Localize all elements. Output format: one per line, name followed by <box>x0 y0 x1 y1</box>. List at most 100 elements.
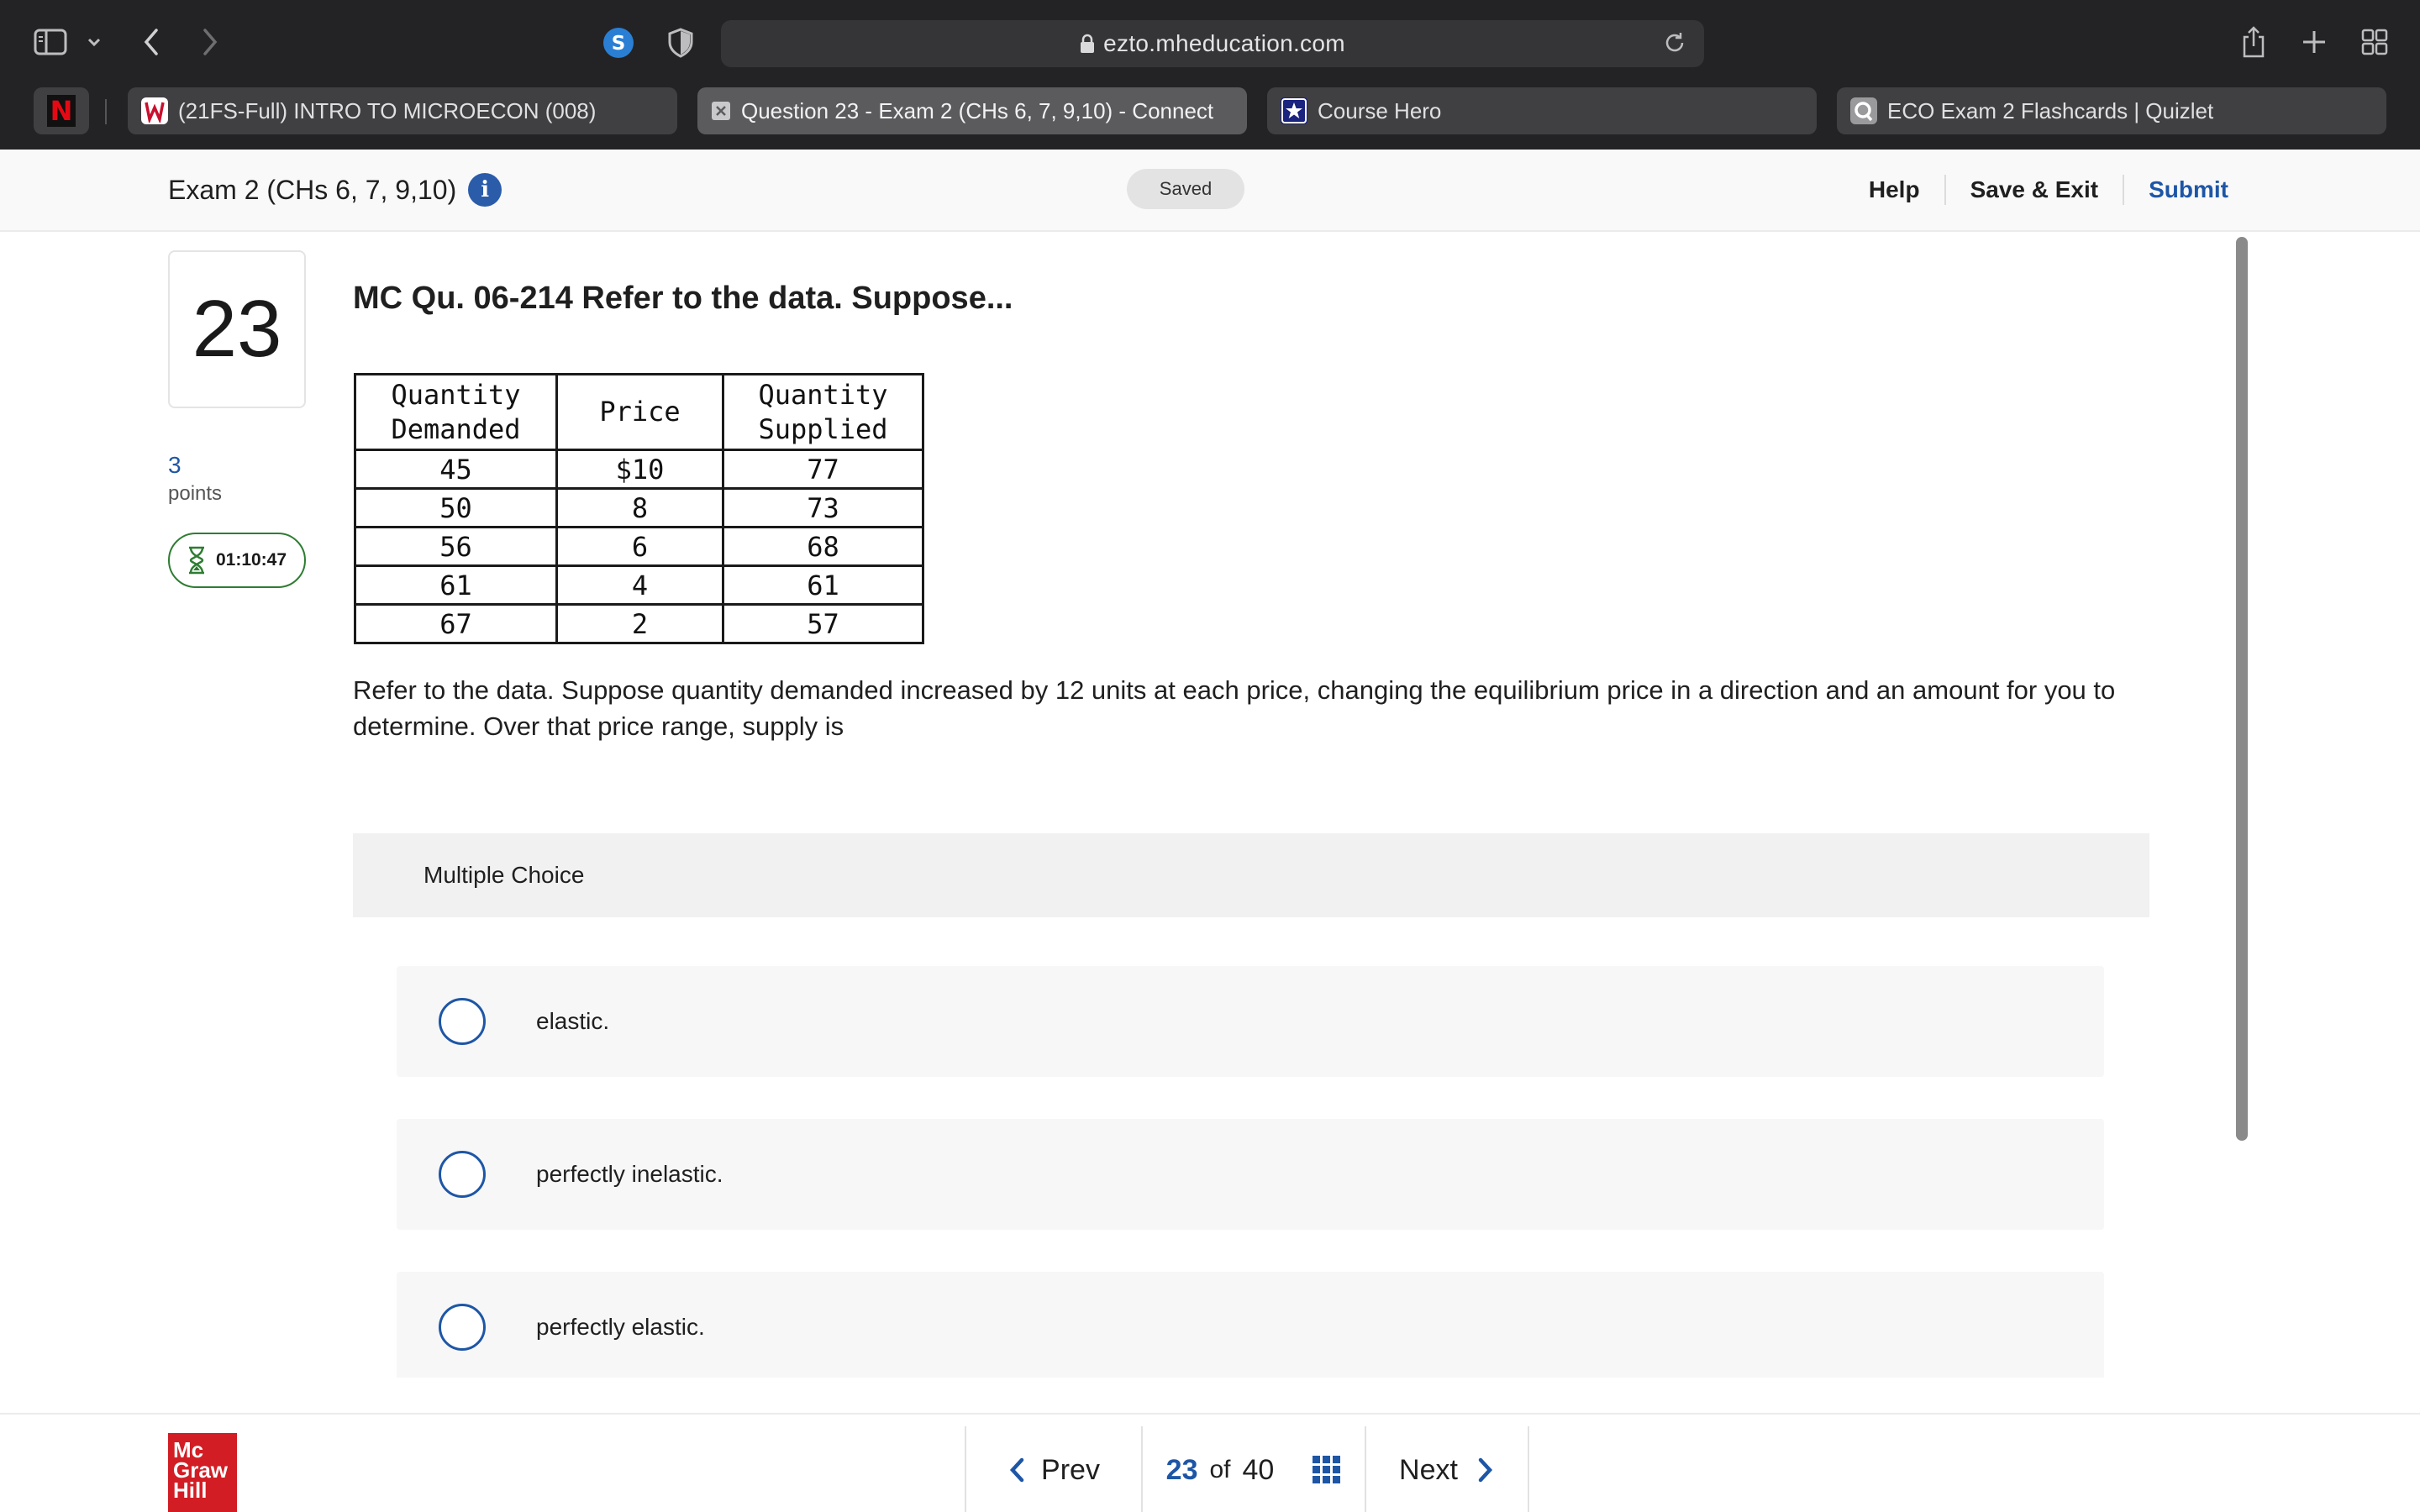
chevron-down-icon[interactable] <box>84 32 104 52</box>
multiple-choice-header: Multiple Choice <box>424 862 585 888</box>
url-text: ezto.mheducation.com <box>1103 30 1345 56</box>
table-cell: 73 <box>722 487 924 528</box>
current-page: 23 <box>1165 1453 1198 1486</box>
radio-button[interactable] <box>439 1304 486 1351</box>
table-cell: 45 <box>354 449 558 490</box>
total-pages: 40 <box>1242 1453 1275 1486</box>
table-row: 61 4 61 <box>354 564 924 606</box>
table-row: 56 6 68 <box>354 526 924 567</box>
table-row: 45 $10 77 <box>354 449 924 490</box>
table-row: 50 8 73 <box>354 487 924 528</box>
table-cell: 2 <box>555 603 724 644</box>
close-tab-icon[interactable] <box>711 101 731 121</box>
table-cell: 68 <box>722 526 924 567</box>
info-icon[interactable]: i <box>468 173 502 207</box>
question-pager: Prev 23 of 40 Next <box>965 1426 1529 1512</box>
table-cell: $10 <box>555 449 724 490</box>
table-row: 67 2 57 <box>354 603 924 644</box>
university-logo-icon <box>141 97 168 124</box>
countdown-timer[interactable]: 01:10:47 <box>168 533 306 588</box>
tab-label: (21FS-Full) INTRO TO MICROECON (008) <box>178 97 597 123</box>
svg-text:S: S <box>612 33 626 55</box>
privacy-shield-icon[interactable] <box>666 26 696 60</box>
tab-quizlet[interactable]: ECO Exam 2 Flashcards | Quizlet <box>1837 87 2386 134</box>
radio-button[interactable] <box>439 998 486 1045</box>
netflix-logo-icon: N <box>47 95 76 127</box>
choice-option-elastic[interactable]: elastic. <box>397 966 2104 1077</box>
saved-status-badge: Saved <box>1127 169 1244 209</box>
table-cell: 61 <box>722 564 924 606</box>
multiple-choice-panel: Multiple Choice elastic. perfectly inela… <box>353 833 2149 1378</box>
share-icon[interactable] <box>2238 24 2269 60</box>
pinned-tab-separator <box>105 99 107 124</box>
pinned-tab-netflix[interactable]: N <box>34 87 89 134</box>
question-text: Refer to the data. Suppose quantity dema… <box>353 675 2116 741</box>
page-scrollbar[interactable] <box>2236 237 2248 1141</box>
exam-header: Exam 2 (CHs 6, 7, 9,10) i Saved Help Sav… <box>0 150 2420 232</box>
column-header-quantity-supplied: Quantity Supplied <box>722 373 924 451</box>
address-bar[interactable]: ezto.mheducation.com <box>721 20 1704 67</box>
table-cell: 57 <box>722 603 924 644</box>
table-cell: 8 <box>555 487 724 528</box>
table-cell: 4 <box>555 564 724 606</box>
choice-label: perfectly inelastic. <box>536 1161 723 1187</box>
exam-title-text: Exam 2 (CHs 6, 7, 9,10) <box>168 174 457 205</box>
next-button[interactable]: Next <box>1365 1426 1529 1512</box>
help-button[interactable]: Help <box>1844 176 1944 203</box>
browser-chrome: S ezto.mheducation.com N (21FS-Full) INT… <box>0 0 2420 150</box>
submit-button[interactable]: Submit <box>2124 176 2228 203</box>
data-table: Quantity Demanded Price Quantity Supplied … <box>354 373 924 644</box>
question-number: 23 <box>168 250 306 408</box>
tab-label: Question 23 - Exam 2 (CHs 6, 7, 9,10) - … <box>741 97 1214 123</box>
column-header-price: Price <box>555 373 724 451</box>
table-cell: 61 <box>354 564 558 606</box>
table-header-row: Quantity Demanded Price Quantity Supplied <box>354 373 924 451</box>
table-cell: 56 <box>354 526 558 567</box>
tab-label: Course Hero <box>1318 97 1442 123</box>
sidebar-toggle-icon[interactable] <box>32 27 69 57</box>
exam-title: Exam 2 (CHs 6, 7, 9,10) i <box>168 173 502 207</box>
points-label: points <box>168 482 223 505</box>
prev-label: Prev <box>1041 1453 1100 1486</box>
mcgraw-hill-logo: Mc Graw Hill <box>168 1433 237 1512</box>
tab-label: ECO Exam 2 Flashcards | Quizlet <box>1887 97 2214 123</box>
header-actions: Help Save & Exit Submit <box>1844 150 2228 230</box>
timer-text: 01:10:47 <box>215 550 287 570</box>
choice-option-perfectly-inelastic[interactable]: perfectly inelastic. <box>397 1119 2104 1230</box>
save-exit-button[interactable]: Save & Exit <box>1946 176 2123 203</box>
footer-nav: Mc Graw Hill Prev 23 of 40 Next <box>0 1413 2420 1512</box>
quizlet-logo-icon <box>1850 97 1877 124</box>
skype-extension-icon[interactable]: S <box>602 26 635 60</box>
tab-intro-microecon[interactable]: (21FS-Full) INTRO TO MICROECON (008) <box>128 87 677 134</box>
course-hero-logo-icon <box>1281 97 1307 124</box>
choice-label: elastic. <box>536 1008 610 1034</box>
browser-toolbar: S ezto.mheducation.com <box>0 0 2420 84</box>
tab-question-23[interactable]: Question 23 - Exam 2 (CHs 6, 7, 9,10) - … <box>697 87 1247 134</box>
question-heading: MC Qu. 06-214 Refer to the data. Suppose… <box>353 281 1013 316</box>
page-of-label: of <box>1209 1456 1231 1483</box>
tab-course-hero[interactable]: Course Hero <box>1267 87 1817 134</box>
hourglass-icon <box>187 546 206 575</box>
multiple-choice-options: elastic. perfectly inelastic. perfectly … <box>353 917 2149 1378</box>
tab-overview-icon[interactable] <box>2360 27 2390 57</box>
table-cell: 50 <box>354 487 558 528</box>
chevron-right-icon <box>1476 1457 1495 1483</box>
next-label: Next <box>1399 1453 1458 1486</box>
page-indicator[interactable]: 23 of 40 <box>1141 1426 1365 1512</box>
chevron-left-icon <box>1007 1457 1026 1483</box>
choice-label: perfectly elastic. <box>536 1314 705 1340</box>
reload-icon[interactable] <box>1662 30 1687 60</box>
forward-icon[interactable] <box>197 25 224 59</box>
radio-button[interactable] <box>439 1151 486 1198</box>
column-header-quantity-demanded: Quantity Demanded <box>354 373 558 451</box>
question-grid-icon[interactable] <box>1313 1456 1341 1484</box>
back-icon[interactable] <box>138 25 165 59</box>
table-cell: 77 <box>722 449 924 490</box>
table-cell: 6 <box>555 526 724 567</box>
table-cell: 67 <box>354 603 558 644</box>
prev-button[interactable]: Prev <box>965 1426 1141 1512</box>
new-tab-icon[interactable] <box>2299 27 2329 57</box>
lock-icon <box>1080 34 1095 54</box>
points-value: 3 <box>168 452 182 478</box>
choice-option-perfectly-elastic[interactable]: perfectly elastic. <box>397 1272 2104 1378</box>
